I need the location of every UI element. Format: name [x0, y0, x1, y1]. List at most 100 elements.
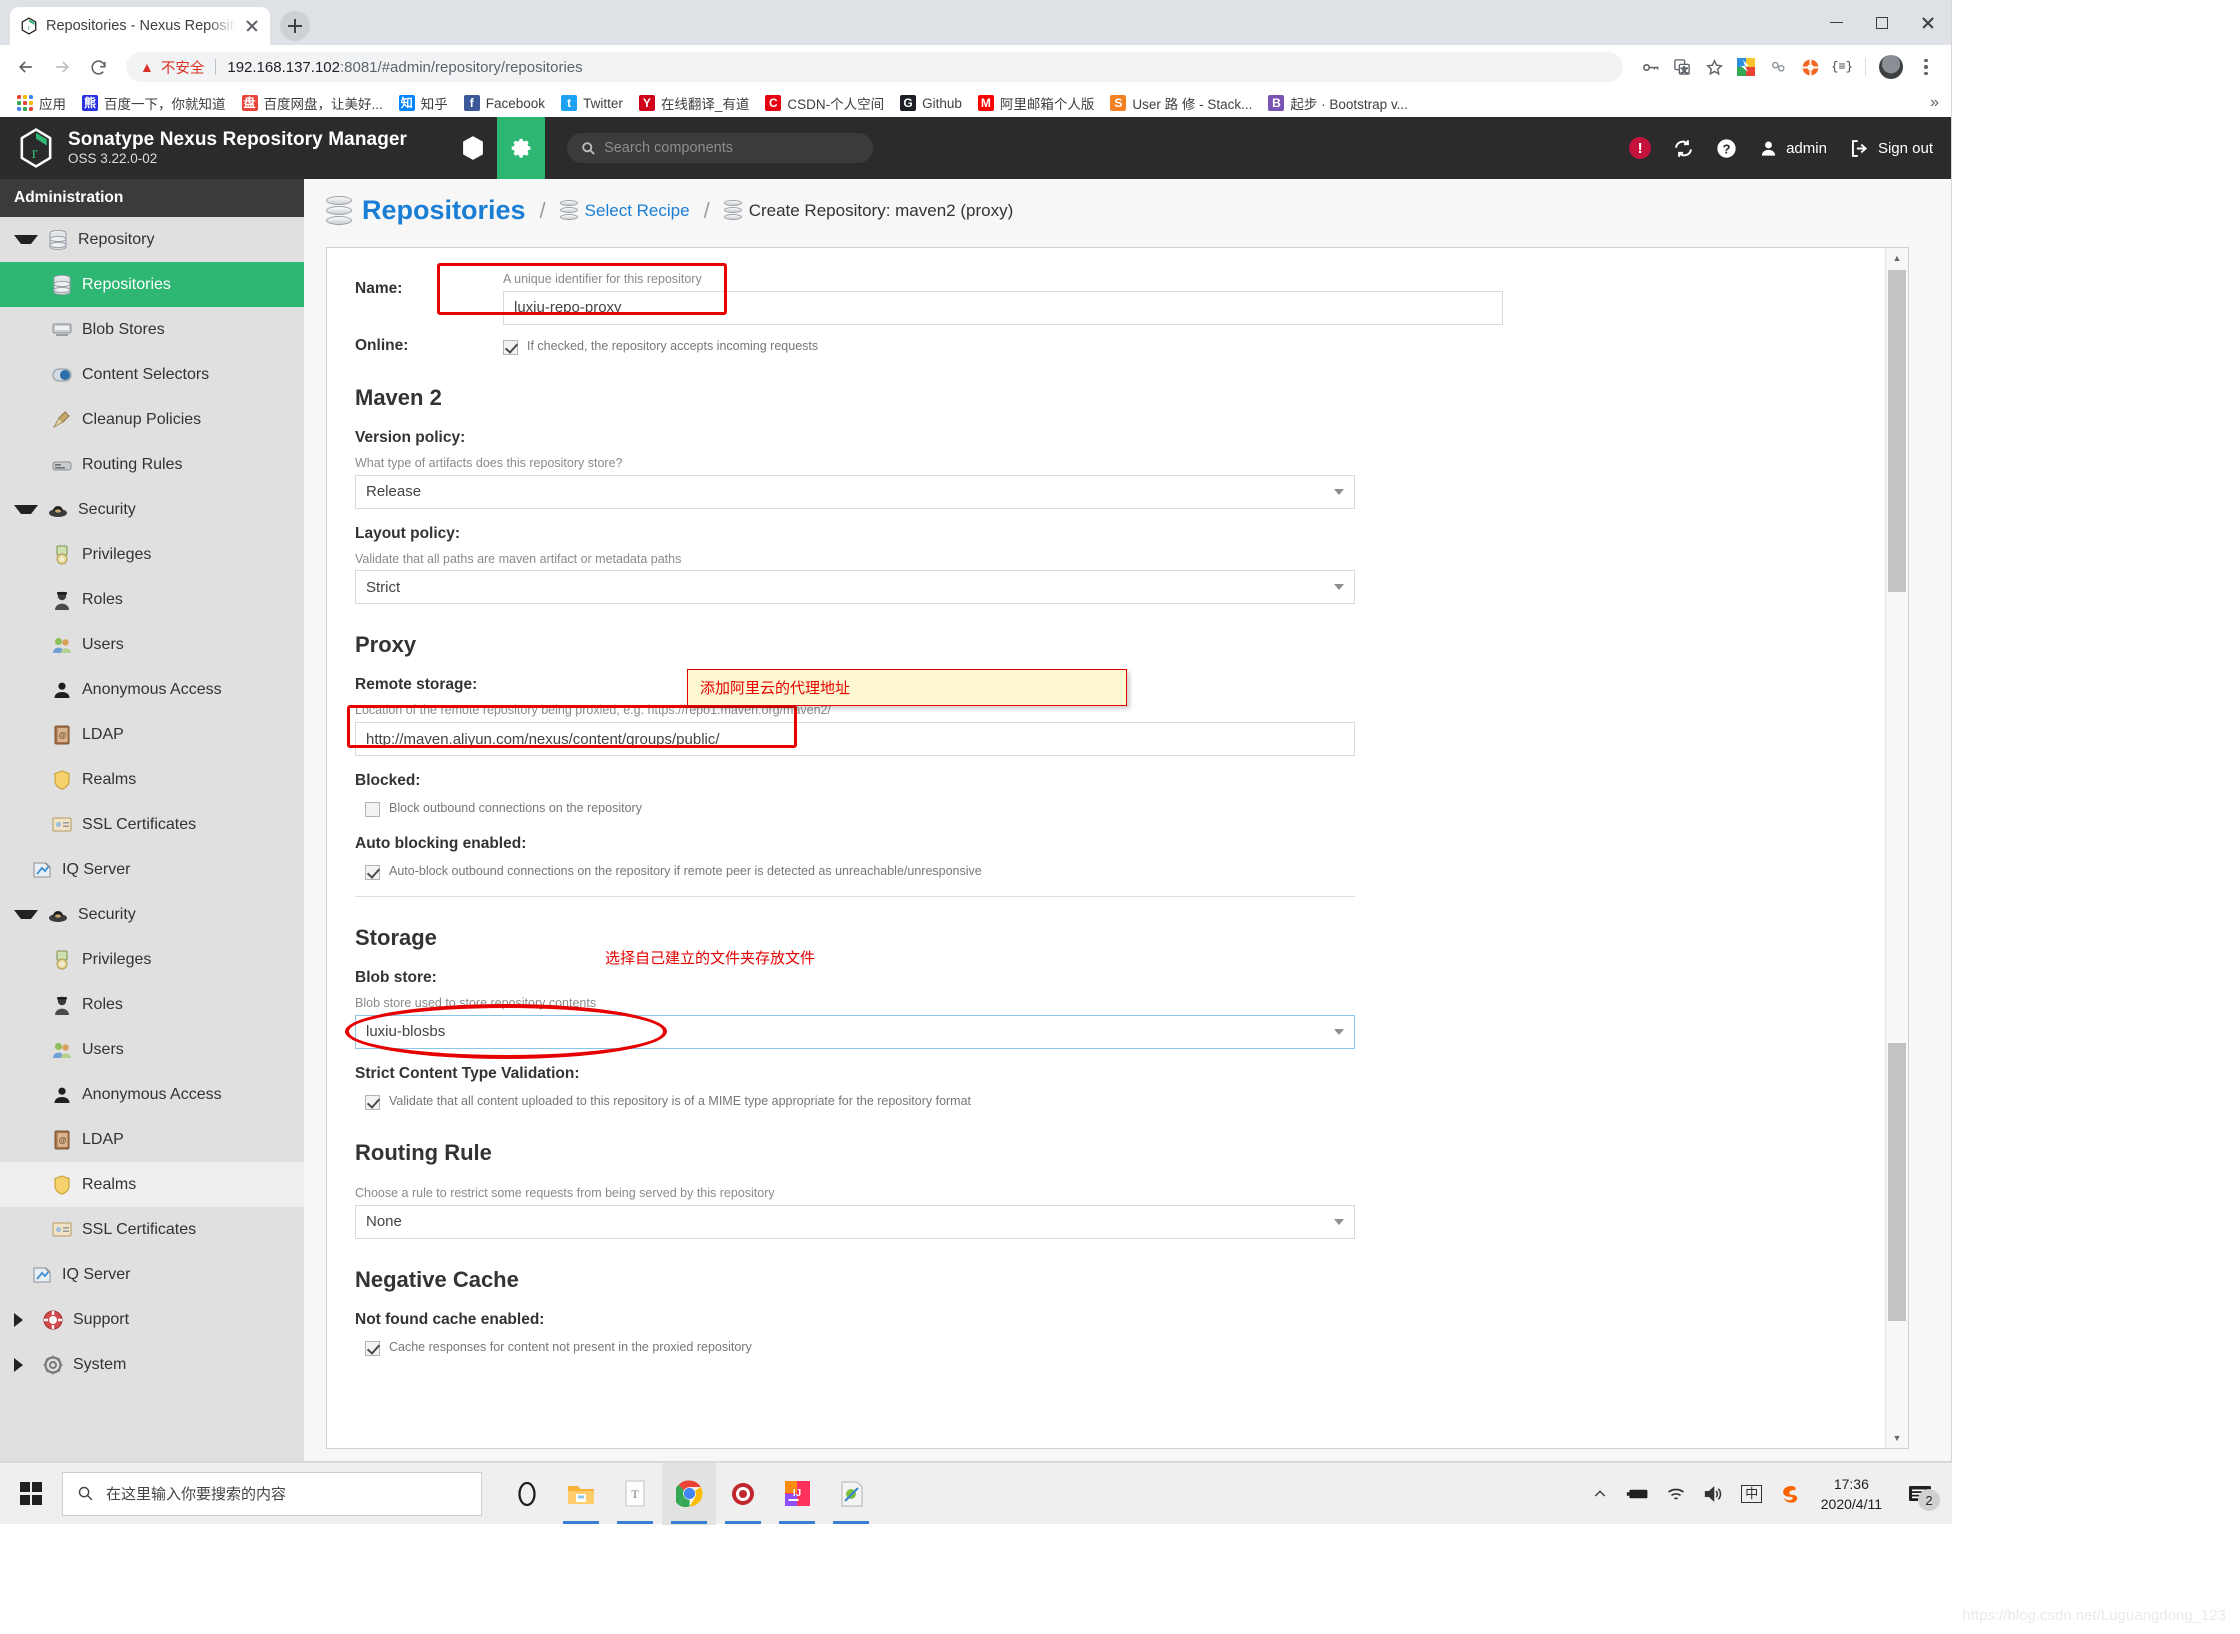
name-input[interactable]: luxiu-repo-proxy [503, 290, 1503, 325]
breadcrumb-repositories[interactable]: Repositories [326, 195, 526, 226]
browse-mode-button[interactable] [449, 117, 497, 179]
sidebar-item-anonymous-access[interactable]: Anonymous Access [0, 1072, 304, 1117]
bookmark-item[interactable]: t Twitter [554, 92, 630, 114]
sidebar-item-content-selectors[interactable]: Content Selectors [0, 352, 304, 397]
error-alert-icon[interactable]: ! [1629, 137, 1652, 159]
bookmark-item[interactable]: 知知乎 [392, 90, 455, 116]
sidebar-item-cleanup-policies[interactable]: Cleanup Policies [0, 397, 304, 442]
scroll-thumb-upper[interactable] [1888, 270, 1906, 592]
layout-policy-select[interactable]: Strict [355, 570, 1355, 605]
start-button[interactable] [0, 1463, 62, 1525]
profile-avatar[interactable] [1879, 55, 1903, 79]
bookmark-item[interactable]: Y 在线翻译_有道 [632, 90, 757, 116]
close-window-button[interactable] [1905, 0, 1951, 45]
extension-json-icon[interactable]: {≡} [1827, 52, 1857, 82]
bookmark-star-icon[interactable] [1699, 52, 1729, 82]
extension-chain-icon[interactable] [1763, 52, 1793, 82]
sidebar-item-realms[interactable]: Realms [0, 1162, 304, 1207]
scroll-thumb-lower[interactable] [1888, 1043, 1906, 1321]
bookmark-item[interactable]: C CSDN-个人空间 [758, 90, 891, 116]
sidebar-item-roles[interactable]: Roles [0, 577, 304, 622]
sidebar-item-ssl-certificates[interactable]: SSL Certificates [0, 802, 304, 847]
chrome-icon[interactable] [662, 1462, 716, 1525]
sidebar-item-blob-stores[interactable]: Blob Stores [0, 307, 304, 352]
sidebar-item-ldap[interactable]: @ LDAP [0, 712, 304, 757]
sidebar-item-iq-server[interactable]: IQ Server [0, 1252, 304, 1297]
notification-center-button[interactable]: 2 [1894, 1463, 1946, 1525]
routing-rule-select[interactable]: None [355, 1204, 1355, 1239]
auto-blocking-checkbox[interactable] [365, 865, 380, 880]
intellij-idea-icon[interactable]: IJ [770, 1463, 824, 1525]
sidebar-item-routing-rules[interactable]: Routing Rules [0, 442, 304, 487]
maximize-button[interactable] [1859, 0, 1905, 45]
help-button[interactable]: ? [1716, 138, 1737, 159]
bookmark-item[interactable]: 熊百度一下，你就知道 [75, 90, 233, 116]
bookmark-item[interactable]: 盘百度网盘，让美好... [235, 90, 390, 116]
back-button[interactable] [10, 51, 42, 83]
sidebar-group-security[interactable]: Security [0, 487, 304, 532]
sidebar-item-users[interactable]: Users [0, 1027, 304, 1072]
file-explorer-icon[interactable] [554, 1463, 608, 1525]
ime-icon[interactable]: 中 [1733, 1463, 1771, 1525]
bookmark-item[interactable]: B 起步 · Bootstrap v... [1261, 90, 1415, 116]
blob-store-select[interactable]: luxiu-blosbs [355, 1014, 1355, 1049]
bookmark-item[interactable]: f Facebook [457, 92, 552, 114]
admin-mode-button[interactable] [497, 117, 546, 179]
online-checkbox[interactable] [503, 339, 518, 355]
sidebar-group-support[interactable]: Support [0, 1297, 304, 1342]
xshell-icon[interactable] [824, 1463, 878, 1525]
not-found-cache-checkbox[interactable] [365, 1340, 380, 1356]
battery-icon[interactable] [1619, 1463, 1657, 1525]
reload-button[interactable] [82, 51, 114, 83]
bookmarks-overflow-icon[interactable]: » [1930, 94, 1939, 112]
tray-chevron-icon[interactable] [1581, 1463, 1619, 1525]
sidebar-item-ldap[interactable]: @ LDAP [0, 1117, 304, 1162]
sidebar-item-anonymous-access[interactable]: Anonymous Access [0, 667, 304, 712]
sidebar-group-repository[interactable]: Repository [0, 217, 304, 262]
sidebar-item-iq-server[interactable]: IQ Server [0, 847, 304, 892]
scroll-up-arrow[interactable]: ▲ [1886, 248, 1908, 268]
sidebar-group-system[interactable]: System [0, 1342, 304, 1387]
extension-colored-icon[interactable] [1731, 52, 1761, 82]
taskbar-search-input[interactable]: 在这里输入你要搜索的内容 [62, 1471, 482, 1516]
breadcrumb-select-recipe[interactable]: Select Recipe [559, 199, 690, 222]
remote-storage-input[interactable]: http://maven.aliyun.com/nexus/content/gr… [355, 722, 1355, 756]
search-components-input[interactable]: Search components [567, 133, 874, 163]
bookmark-item[interactable]: M 阿里邮箱个人版 [971, 90, 1102, 116]
user-menu[interactable]: admin [1759, 139, 1827, 158]
sidebar-item-privileges[interactable]: Privileges [0, 532, 304, 577]
translate-icon[interactable]: 文 [1667, 52, 1697, 82]
version-policy-select[interactable]: Release [355, 474, 1355, 509]
browser-tab[interactable]: r Repositories - Nexus Reposito [10, 7, 270, 45]
forward-button[interactable] [46, 51, 78, 83]
scroll-down-arrow[interactable]: ▼ [1886, 1428, 1908, 1448]
bookmark-item[interactable]: 应用 [10, 90, 73, 116]
sidebar-item-ssl-certificates[interactable]: SSL Certificates [0, 1207, 304, 1252]
tab-close-icon[interactable] [244, 18, 260, 34]
bookmark-item[interactable]: G Github [893, 92, 969, 114]
sidebar-item-roles[interactable]: Roles [0, 982, 304, 1027]
password-key-icon[interactable] [1635, 52, 1665, 82]
sidebar-item-privileges[interactable]: Privileges [0, 937, 304, 982]
omnibox[interactable]: ▲ 不安全 192.168.137.102:8081/#admin/reposi… [126, 52, 1623, 82]
bookmark-item[interactable]: S User 路 修 - Stack... [1103, 90, 1259, 116]
sidebar-item-users[interactable]: Users [0, 622, 304, 667]
sidebar-group-security[interactable]: Security [0, 892, 304, 937]
navicat-icon[interactable] [716, 1463, 770, 1525]
minimize-button[interactable] [1813, 0, 1859, 45]
sogou-icon[interactable] [1771, 1463, 1809, 1525]
extension-orange-icon[interactable] [1795, 52, 1825, 82]
sign-out-button[interactable]: Sign out [1849, 138, 1933, 159]
cortana-icon[interactable] [500, 1463, 554, 1525]
new-tab-button[interactable] [280, 11, 310, 41]
refresh-button[interactable] [1673, 138, 1694, 159]
strict-content-checkbox[interactable] [365, 1094, 380, 1110]
chrome-menu-icon[interactable] [1911, 52, 1941, 82]
blocked-checkbox[interactable] [365, 802, 380, 817]
wifi-icon[interactable] [1657, 1463, 1695, 1525]
typora-icon[interactable]: T [608, 1463, 662, 1525]
panel-scrollbar[interactable]: ▲ ▼ [1885, 248, 1908, 1448]
sidebar-item-realms[interactable]: Realms [0, 757, 304, 802]
taskbar-clock[interactable]: 17:36 2020/4/11 [1809, 1463, 1894, 1525]
sidebar-item-repositories[interactable]: Repositories [0, 262, 304, 307]
